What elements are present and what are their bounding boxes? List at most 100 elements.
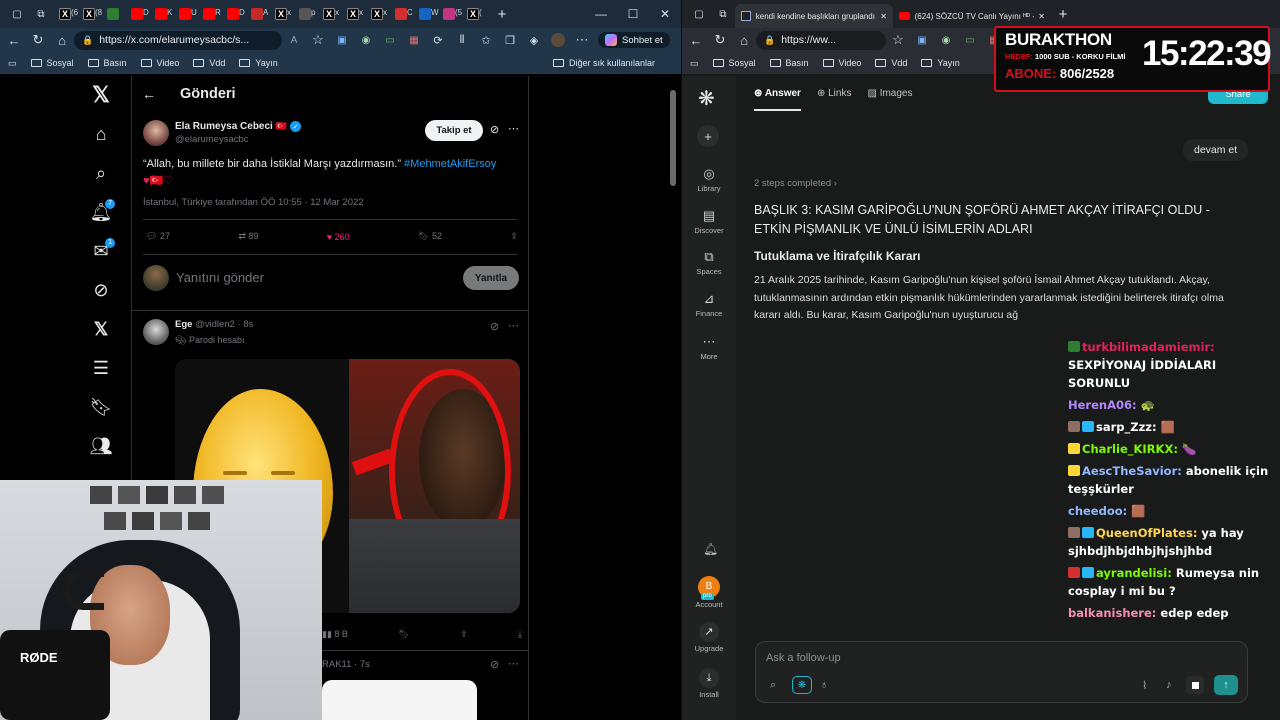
browser-tab[interactable] — [102, 4, 124, 24]
home-icon[interactable]: ⌂ — [732, 29, 756, 51]
home-nav-icon[interactable]: ⌂ — [90, 123, 112, 145]
bookmark-folder[interactable]: Basın — [87, 58, 127, 68]
chat-username[interactable]: balkanishere — [1068, 606, 1152, 620]
browser-tab[interactable]: W — [414, 4, 439, 24]
read-aloud-icon[interactable]: A — [282, 29, 306, 51]
bookmarks-nav-icon[interactable]: 🔖︎ — [90, 396, 113, 418]
home-icon[interactable]: ⌂ — [50, 29, 74, 51]
browser-tab[interactable]: Xx — [318, 4, 340, 24]
reply-author-handle[interactable]: @vidlen2 — [195, 319, 235, 330]
tab-actions-icon[interactable]: ▢ — [688, 4, 710, 24]
extension-icon-1[interactable]: ▣ — [330, 29, 354, 51]
bookmark-folder[interactable]: Vdd — [875, 58, 907, 68]
reading-list-icon[interactable]: ▭ — [690, 58, 699, 69]
sidebar-install[interactable]: ⤓ Install — [682, 668, 736, 699]
reply-share-icon[interactable]: ⇪ — [460, 629, 468, 640]
extension-icon-1[interactable]: ▣ — [910, 29, 934, 51]
steps-completed[interactable]: 2 steps completed › — [754, 178, 837, 189]
reply-author-avatar[interactable] — [143, 319, 169, 345]
other-bookmarks[interactable]: Diğer sık kullanılanlar — [552, 58, 655, 68]
tab-perplexity[interactable]: kendi kendine başlıkları gruplandı ✕ — [735, 4, 893, 28]
follow-button[interactable]: Takip et — [425, 120, 483, 141]
tab-answer[interactable]: ⊛ Answer — [754, 88, 801, 111]
sidebar-upgrade[interactable]: ↗ Upgrade — [682, 622, 736, 653]
browser-tab[interactable]: X( — [462, 4, 484, 24]
browser-tab[interactable]: R — [198, 4, 221, 24]
browser-tab[interactable]: D — [222, 4, 245, 24]
tab-links[interactable]: ⊕ Links — [817, 88, 852, 111]
sidebar-finance[interactable]: ⊿ Finance — [682, 291, 736, 318]
page-scrollbar[interactable] — [668, 76, 678, 720]
reply-more-icon[interactable]: ⋯ — [508, 319, 519, 332]
bookmark-folder[interactable]: Sosyal — [712, 58, 756, 68]
extension-icon-5[interactable]: ⟳ — [426, 29, 450, 51]
extension-icon-3[interactable]: ▭ — [378, 29, 402, 51]
reply-action[interactable]: 💬︎ 27 — [146, 231, 170, 242]
collections-icon[interactable]: ❐ — [498, 29, 522, 51]
next-post-grok-icon[interactable]: ⊘ — [490, 658, 499, 671]
favorite-star-icon[interactable]: ☆ — [306, 29, 330, 51]
browser-tab[interactable]: C — [390, 4, 413, 24]
download-icon[interactable]: ⤓ — [518, 629, 522, 640]
chat-username[interactable]: sarp_Zzz — [1096, 420, 1152, 434]
sidebar-spaces[interactable]: ⧉ Spaces — [682, 249, 736, 276]
favorite-star-icon[interactable]: ☆ — [886, 29, 910, 51]
chat-username[interactable]: turkbilimadamiemir — [1082, 340, 1210, 354]
chat-username[interactable]: AescTheSavior — [1082, 464, 1177, 478]
premium-x-icon[interactable]: 𝕏 — [90, 318, 112, 340]
author-handle[interactable]: @elarumeysacbc — [175, 134, 249, 145]
scrollbar-thumb[interactable] — [670, 90, 676, 186]
repost-action[interactable]: ⇄ 89 — [238, 231, 258, 242]
reply-grok-icon[interactable]: ⊘ — [490, 320, 499, 333]
browser-tab[interactable]: Xx — [270, 4, 292, 24]
browser-tab[interactable]: X (6 — [54, 4, 78, 24]
workspaces-icon[interactable]: ⧉ — [712, 4, 734, 24]
next-post-time[interactable]: 7s — [360, 659, 370, 670]
browser-tab[interactable]: K — [150, 4, 172, 24]
chat-username[interactable]: Charlie_KIRKX — [1082, 442, 1173, 456]
reading-list-icon[interactable]: ▭ — [8, 58, 17, 69]
next-post-author[interactable]: RAK11 — [322, 659, 351, 670]
reply-author-name[interactable]: Ege — [175, 319, 192, 330]
author-avatar[interactable] — [143, 120, 169, 146]
browser-tab[interactable]: U — [174, 4, 197, 24]
new-tab-button[interactable]: + — [1052, 4, 1074, 24]
browser-tab[interactable]: Xx — [366, 4, 388, 24]
author-name[interactable]: Ela Rumeysa Cebeci — [175, 121, 273, 132]
tab-close-icon[interactable]: ✕ — [880, 12, 887, 21]
new-thread-button[interactable]: + — [697, 125, 719, 147]
messages-envelope-icon[interactable]: ✉ 1 — [90, 238, 115, 262]
browser-tab[interactable]: D — [126, 4, 149, 24]
sidebar-library[interactable]: ◎ Library — [682, 166, 736, 193]
back-arrow-icon[interactable]: ← — [142, 86, 156, 102]
chat-username[interactable]: HerenA06 — [1068, 398, 1132, 412]
reply-bookmark-icon[interactable]: 🔖︎ — [398, 629, 409, 640]
chat-username[interactable]: cheedoo — [1068, 504, 1123, 518]
bookmark-folder[interactable]: Video — [822, 58, 861, 68]
grok-icon[interactable]: ⊘ — [90, 279, 112, 301]
stop-button[interactable] — [1186, 676, 1204, 694]
bookmark-folder[interactable]: Yayın — [239, 58, 278, 68]
favorites-icon[interactable]: ✩ — [474, 29, 498, 51]
sidebar-discover[interactable]: ▤ Discover — [682, 208, 736, 235]
reply-input[interactable]: Yanıtını gönder — [176, 270, 264, 285]
browser-tab[interactable]: p — [294, 4, 316, 24]
url-field[interactable]: 🔒 https://x.com/elarumeysacbc/s... — [74, 30, 282, 50]
hashtag-link[interactable]: #MehmetAkifErsoy — [404, 158, 496, 170]
bookmark-folder[interactable]: Vdd — [193, 58, 225, 68]
sohbet-button[interactable]: Sohbet et — [598, 32, 670, 48]
explore-search-icon[interactable]: ⌕ — [90, 162, 112, 184]
post-meta[interactable]: İstanbul, Türkiye tarafından ÖÖ 10:55 · … — [143, 197, 364, 208]
profile-avatar[interactable] — [546, 29, 570, 51]
submit-button[interactable]: ↑ — [1214, 675, 1238, 695]
reload-icon[interactable]: ↻ — [708, 29, 732, 51]
back-icon[interactable]: ← — [684, 29, 708, 51]
browser-tab[interactable]: (5 — [438, 4, 462, 24]
browser-tab[interactable]: Xx — [342, 4, 364, 24]
post-more-icon[interactable]: ⋯ — [508, 122, 519, 135]
extension-icon-2[interactable]: ◉ — [354, 29, 378, 51]
maximize-icon[interactable]: ☐ — [617, 0, 649, 28]
browser-tab[interactable]: A — [246, 4, 268, 24]
bookmark-folder[interactable]: Yayın — [921, 58, 960, 68]
research-mode-icon[interactable]: ❋ — [792, 676, 812, 694]
